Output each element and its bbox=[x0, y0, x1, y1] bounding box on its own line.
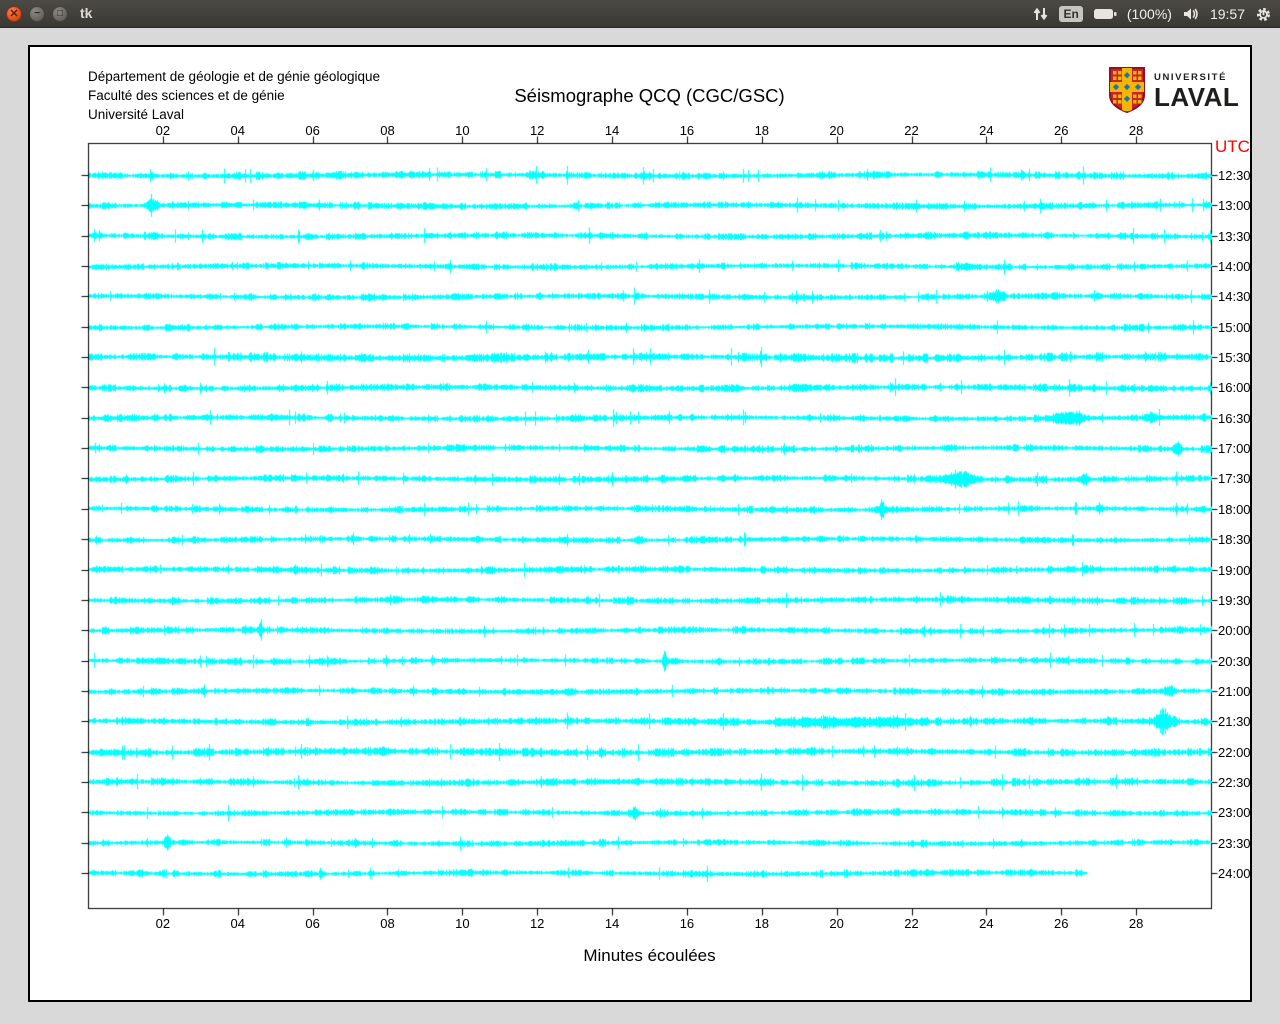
battery-percentage[interactable]: (100%) bbox=[1127, 6, 1172, 22]
utc-row-label: 13:00 bbox=[1218, 198, 1251, 213]
utc-row-label: 16:00 bbox=[1218, 380, 1251, 395]
x-tick-label-bottom: 22 bbox=[904, 916, 919, 931]
utc-row-label: 22:00 bbox=[1218, 745, 1251, 760]
x-tick-label-bottom: 08 bbox=[380, 916, 395, 931]
utc-row-label: 18:30 bbox=[1218, 532, 1251, 547]
x-tick-label-top: 16 bbox=[679, 123, 695, 138]
x-tick-label-bottom: 04 bbox=[230, 916, 245, 931]
window-controls: ✕ − □ bbox=[6, 0, 68, 28]
x-tick-label-top: 02 bbox=[155, 123, 171, 138]
utc-row-label: 19:00 bbox=[1218, 563, 1251, 578]
network-traffic-icon[interactable] bbox=[1033, 6, 1049, 22]
x-tick-label-bottom: 02 bbox=[155, 916, 171, 931]
utc-row-label: 22:30 bbox=[1218, 775, 1251, 790]
x-tick-label-bottom: 28 bbox=[1128, 916, 1144, 931]
battery-icon[interactable] bbox=[1093, 7, 1117, 21]
seismograph-canvas: Département de géologie et de génie géol… bbox=[28, 45, 1252, 1002]
utc-row-label: 24:00 bbox=[1218, 866, 1251, 881]
x-tick-label-top: 10 bbox=[455, 123, 470, 138]
x-tick-label-bottom: 16 bbox=[679, 916, 695, 931]
utc-row-label: 20:30 bbox=[1218, 654, 1251, 669]
utc-row-label: 17:30 bbox=[1218, 471, 1251, 486]
x-tick-label-bottom: 26 bbox=[1054, 916, 1069, 931]
session-gear-icon[interactable] bbox=[1255, 6, 1272, 23]
tk-window-background: Département de géologie et de génie géol… bbox=[0, 28, 1280, 1024]
x-tick-label-top: 12 bbox=[529, 123, 545, 138]
x-tick-label-top: 06 bbox=[305, 123, 320, 138]
utc-row-label: 14:30 bbox=[1218, 289, 1251, 304]
utc-row-label: 19:30 bbox=[1218, 593, 1251, 608]
window-title: tk bbox=[80, 5, 93, 21]
clock[interactable]: 19:57 bbox=[1210, 6, 1245, 22]
x-tick-label-bottom: 10 bbox=[455, 916, 470, 931]
x-tick-label-top: 24 bbox=[979, 123, 994, 138]
close-button[interactable]: ✕ bbox=[6, 6, 22, 22]
x-tick-label-top: 22 bbox=[904, 123, 919, 138]
x-tick-label-bottom: 18 bbox=[754, 916, 770, 931]
utc-row-label: 23:00 bbox=[1218, 805, 1251, 820]
x-tick-label-top: 18 bbox=[754, 123, 770, 138]
volume-icon[interactable] bbox=[1182, 6, 1200, 22]
ubuntu-top-panel: ✕ − □ tk En (100%) 19:57 bbox=[0, 0, 1280, 28]
x-tick-label-top: 28 bbox=[1128, 123, 1144, 138]
maximize-button[interactable]: □ bbox=[52, 6, 68, 22]
utc-row-label: 13:30 bbox=[1218, 229, 1251, 244]
utc-row-label: 17:00 bbox=[1218, 441, 1251, 456]
x-tick-label-bottom: 24 bbox=[979, 916, 994, 931]
x-tick-label-bottom: 06 bbox=[305, 916, 320, 931]
utc-row-label: 16:30 bbox=[1218, 411, 1251, 426]
x-axis-label: Minutes écoulées bbox=[583, 946, 716, 965]
x-tick-label-bottom: 14 bbox=[604, 916, 620, 931]
utc-row-label: 21:30 bbox=[1218, 714, 1251, 729]
x-tick-label-top: 20 bbox=[829, 123, 844, 138]
minimize-button[interactable]: − bbox=[29, 6, 45, 22]
keyboard-layout-indicator[interactable]: En bbox=[1059, 6, 1083, 22]
utc-row-label: 18:00 bbox=[1218, 502, 1251, 517]
x-tick-label-top: 04 bbox=[230, 123, 245, 138]
utc-axis-label: UTC bbox=[1215, 137, 1250, 156]
utc-row-label: 15:30 bbox=[1218, 350, 1251, 365]
x-tick-label-top: 08 bbox=[380, 123, 395, 138]
indicator-tray: En (100%) 19:57 bbox=[1033, 0, 1272, 28]
x-tick-label-top: 26 bbox=[1054, 123, 1069, 138]
utc-row-label: 12:30 bbox=[1218, 168, 1251, 183]
x-tick-label-bottom: 20 bbox=[829, 916, 844, 931]
utc-row-label: 23:30 bbox=[1218, 836, 1251, 851]
seismograph-plot bbox=[30, 47, 1250, 1000]
utc-row-label: 15:00 bbox=[1218, 320, 1251, 335]
utc-row-label: 20:00 bbox=[1218, 623, 1251, 638]
x-tick-label-top: 14 bbox=[604, 123, 620, 138]
utc-row-label: 14:00 bbox=[1218, 259, 1251, 274]
x-tick-label-bottom: 12 bbox=[529, 916, 545, 931]
utc-row-label: 21:00 bbox=[1218, 684, 1251, 699]
